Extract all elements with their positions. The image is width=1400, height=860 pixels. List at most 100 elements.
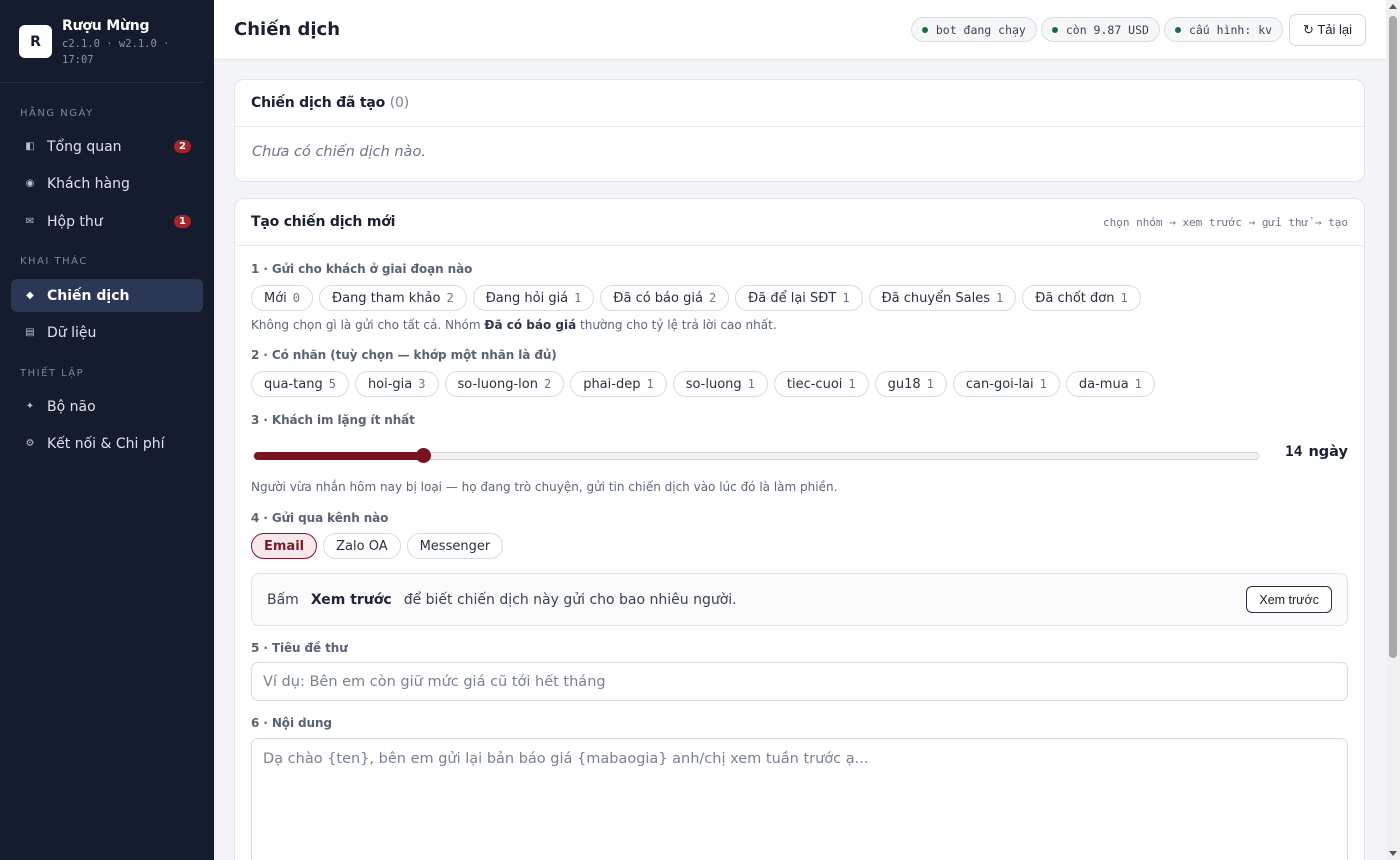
tag-chip[interactable]: so-luong 1: [672, 371, 768, 397]
step6-label: 6 · Nội dung: [251, 716, 332, 730]
scrollbar-thumb[interactable]: [1389, 16, 1397, 658]
chip-label: Đã có báo giá: [613, 290, 703, 306]
brand-name: Rượu Mừng: [62, 18, 150, 34]
status-dot-icon: [1051, 26, 1058, 33]
chip-count: 1: [842, 291, 850, 305]
slider-value-number: 14: [1285, 444, 1303, 460]
tag-chip[interactable]: qua-tang 5: [251, 371, 349, 397]
stage-chips: Mới 0 Đang tham khảo 2 Đang hỏi giá 1 Đã có…: [251, 285, 1147, 311]
status-dot-icon: [1174, 26, 1181, 33]
stage-chip[interactable]: Đã có báo giá 2: [600, 285, 730, 311]
nav-section-daily: HẰNG NGÀY: [20, 108, 94, 119]
reload-button[interactable]: ↻ Tải lại: [1289, 13, 1366, 46]
chip-count: 5: [328, 377, 336, 391]
tag-chip[interactable]: so-luong-lon 2: [444, 371, 565, 397]
chip-count: 1: [747, 377, 755, 391]
step3-note: Người vừa nhắn hôm nay bị loại — họ đang…: [251, 480, 838, 494]
sidebar-item-campaigns[interactable]: ◆ Chiến dịch: [11, 279, 203, 312]
tag-chip[interactable]: tiec-cuoi 1: [773, 371, 869, 397]
subject-input[interactable]: Ví dụ: Bên em còn giữ mức giá cũ tới hết…: [251, 662, 1348, 701]
tag-chip[interactable]: da-mua 1: [1065, 371, 1155, 397]
tag-chips: qua-tang 5 hoi-gia 3 so-luong-lon 2 phai-de…: [251, 371, 1161, 397]
sidebar-item-overview[interactable]: ◧ Tổng quan 2: [11, 130, 203, 163]
chip-count: 3: [418, 377, 426, 391]
stage-chip[interactable]: Đã chuyển Sales 1: [868, 285, 1017, 311]
note-text: thường cho tỷ lệ trả lời cao nhất.: [576, 318, 777, 332]
target-icon: ◉: [25, 178, 35, 189]
scroll-down-icon[interactable]: [1389, 851, 1397, 856]
sidebar-item-customers[interactable]: ◉ Khách hàng: [11, 167, 203, 200]
chip-label: gu18: [887, 376, 921, 392]
note-emphasis: Đã có báo giá: [484, 318, 577, 332]
channel-chip-zalo[interactable]: Zalo OA: [323, 533, 401, 559]
channel-chip-messenger[interactable]: Messenger: [406, 533, 504, 559]
status-badge-config: cấu hình: kv: [1163, 17, 1284, 42]
sidebar-item-data[interactable]: ▤ Dữ liệu: [11, 316, 203, 349]
sidebar-item-brain[interactable]: ✦ Bộ não: [11, 390, 203, 423]
card-title: Tạo chiến dịch mới: [251, 214, 396, 230]
slider-fill: [254, 452, 423, 460]
channel-chip-email[interactable]: Email: [251, 533, 318, 559]
sidebar-item-connections[interactable]: ⚙ Kết nối & Chi phí: [11, 427, 203, 460]
page-scrollbar[interactable]: [1386, 0, 1400, 860]
chip-count: 1: [1134, 377, 1142, 391]
stage-chip[interactable]: Đã chốt đơn 1: [1022, 285, 1141, 311]
created-title: Chiến dịch đã tạo: [251, 95, 386, 111]
chip-label: Đang tham khảo: [332, 290, 441, 306]
stage-chip[interactable]: Đang tham khảo 2: [319, 285, 467, 311]
step1-note: Không chọn gì là gửi cho tất cả. Nhóm Đã…: [251, 318, 777, 332]
card-hint: chọn nhóm → xem trước → gửi thử → tạo: [1102, 215, 1348, 229]
chip-count: 1: [1120, 291, 1128, 305]
status-dot-icon: [921, 26, 928, 33]
topbar: Chiến dịch bot đang chạy còn 9.87 USD cấ…: [214, 0, 1386, 60]
status-text: còn 9.87 USD: [1065, 22, 1149, 37]
brand-version: c2.1.0 · w2.1.0 · 17:07: [62, 38, 170, 66]
silence-days-slider[interactable]: [253, 448, 1259, 463]
chip-label: hoi-gia: [367, 376, 413, 392]
preview-text: để biết chiến dịch này gửi cho bao nhiêu…: [403, 591, 737, 608]
chip-label: so-luong-lon: [457, 376, 538, 392]
sidebar-item-label: Dữ liệu: [47, 324, 97, 341]
new-campaign-card: Tạo chiến dịch mới chọn nhóm → xem trước…: [234, 198, 1365, 860]
chip-count: 1: [848, 377, 856, 391]
status-badge-balance: còn 9.87 USD: [1040, 17, 1160, 42]
step1-label: 1 · Gửi cho khách ở giai đoạn nào: [251, 262, 473, 276]
chip-count: 2: [446, 291, 454, 305]
brand: R Rượu Mừng c2.1.0 · w2.1.0 · 17:07: [0, 0, 204, 83]
tag-chip[interactable]: phai-dep 1: [570, 371, 667, 397]
chip-label: Đã chuyển Sales: [881, 290, 991, 306]
card-header: Chiến dịch đã tạo (0): [235, 80, 1364, 127]
created-campaigns-card: Chiến dịch đã tạo (0) Chưa có chiến dịch…: [234, 79, 1365, 182]
sidebar-item-label: Tổng quan: [47, 138, 122, 155]
chip-count: 1: [996, 291, 1004, 305]
layout-icon: ◧: [25, 141, 35, 152]
created-count: (0): [389, 95, 409, 111]
chip-count: 1: [1039, 377, 1047, 391]
preview-button[interactable]: Xem trước: [1246, 586, 1332, 613]
tag-chip[interactable]: gu18 1: [874, 371, 947, 397]
preview-box: Bấm Xem trước để biết chiến dịch này gửi…: [251, 573, 1348, 626]
status-text: bot đang chạy: [935, 22, 1026, 37]
card-header: Tạo chiến dịch mới chọn nhóm → xem trước…: [235, 199, 1364, 246]
sidebar-item-inbox[interactable]: ✉ Hộp thư 1: [11, 205, 203, 238]
chip-count: 1: [926, 377, 934, 391]
step4-label: 4 · Gửi qua kênh nào: [251, 511, 389, 525]
stage-chip[interactable]: Đang hỏi giá 1: [472, 285, 595, 311]
scroll-up-icon[interactable]: [1389, 4, 1397, 9]
sidebar-item-label: Chiến dịch: [47, 287, 130, 304]
tag-chip[interactable]: can-goi-lai 1: [952, 371, 1060, 397]
stage-chip[interactable]: Mới 0: [251, 285, 314, 311]
status-badge-bot: bot đang chạy: [910, 17, 1037, 42]
chip-label: Đã chốt đơn: [1035, 290, 1115, 306]
tag-chip[interactable]: hoi-gia 3: [354, 371, 439, 397]
brand-logo: R: [19, 25, 52, 58]
sidebar: R Rượu Mừng c2.1.0 · w2.1.0 · 17:07 HẰNG…: [0, 0, 214, 860]
chip-label: Đã để lại SĐT: [748, 290, 837, 306]
sidebar-item-label: Hộp thư: [47, 213, 103, 230]
nav-section-exploit: KHAI THÁC: [20, 256, 88, 267]
slider-handle[interactable]: [415, 448, 431, 463]
note-text: Không chọn gì là gửi cho tất cả. Nhóm: [251, 318, 485, 332]
chip-label: qua-tang: [264, 376, 323, 392]
content-textarea[interactable]: Dạ chào {ten}, bên em gửi lại bản báo gi…: [251, 738, 1348, 860]
stage-chip[interactable]: Đã để lại SĐT 1: [735, 285, 863, 311]
